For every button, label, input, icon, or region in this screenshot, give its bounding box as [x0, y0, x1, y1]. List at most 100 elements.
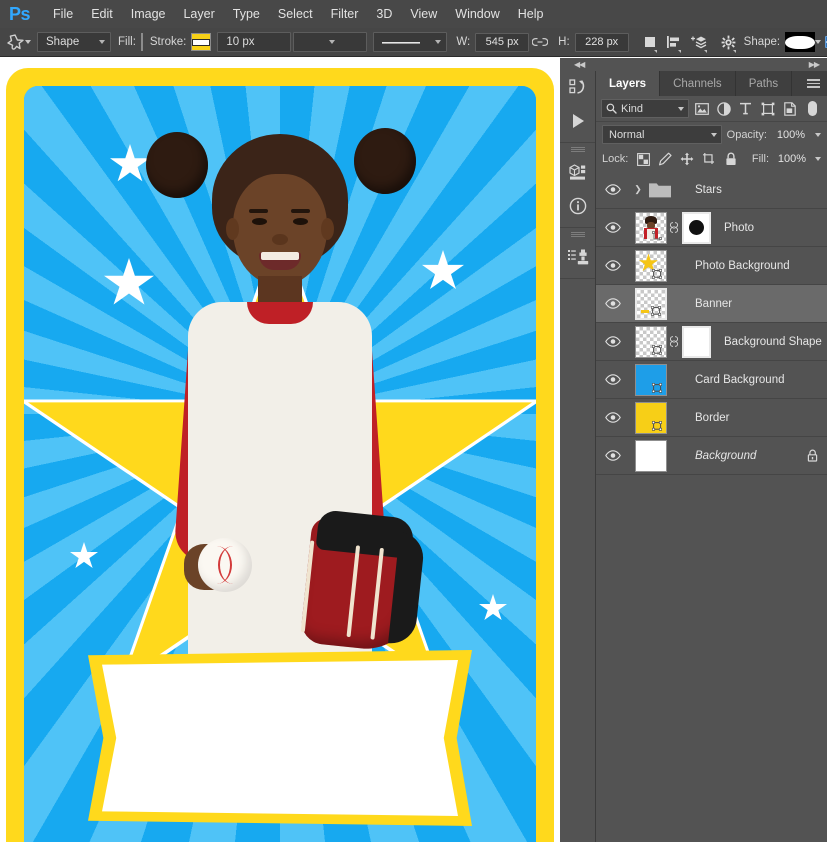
play-action-icon[interactable]	[560, 104, 596, 138]
layer-visibility-toggle[interactable]	[596, 298, 629, 309]
path-arrangement-icon[interactable]	[690, 31, 707, 53]
fill-chevron-down-icon[interactable]	[815, 157, 821, 161]
lock-artboard-nesting-icon[interactable]	[700, 150, 718, 168]
layer-name[interactable]: Background	[691, 450, 756, 462]
layer-visibility-toggle[interactable]	[596, 260, 629, 271]
lock-position-icon[interactable]	[678, 150, 696, 168]
menu-item-3d[interactable]: 3D	[367, 0, 401, 28]
layer-name[interactable]: Photo Background	[691, 260, 790, 272]
menu-item-file[interactable]: File	[44, 0, 82, 28]
table-row[interactable]: Photo	[596, 209, 827, 247]
canvas-area[interactable]	[0, 58, 560, 842]
3d-panel-icon[interactable]	[560, 155, 596, 189]
custom-shape-tool-icon[interactable]	[5, 30, 25, 54]
table-row[interactable]: Background Shape	[596, 323, 827, 361]
menu-item-select[interactable]: Select	[269, 0, 322, 28]
shape-filter-icon[interactable]	[759, 98, 778, 119]
layer-thumbnail[interactable]	[635, 212, 667, 244]
menu-item-window[interactable]: Window	[446, 0, 508, 28]
layer-name[interactable]: Stars	[691, 184, 722, 196]
collapse-right-icon[interactable]: ▶▶	[809, 62, 819, 68]
filter-toggle-icon[interactable]	[803, 98, 822, 119]
shape-picker-chevron-icon[interactable]	[815, 40, 821, 44]
collapse-left-icon[interactable]: ◀◀	[574, 62, 584, 68]
opacity-chevron-down-icon[interactable]	[815, 133, 821, 137]
layer-thumbnail[interactable]	[635, 326, 667, 358]
stroke-width-dropdown[interactable]	[293, 32, 367, 52]
fill-color-swatch[interactable]	[141, 33, 143, 51]
menu-item-type[interactable]: Type	[224, 0, 269, 28]
banner-shape-preview[interactable]	[785, 32, 815, 52]
layer-visibility-toggle[interactable]	[596, 336, 629, 347]
adjustment-filter-icon[interactable]	[714, 98, 733, 119]
layer-name[interactable]: Border	[691, 412, 730, 424]
stroke-width-select[interactable]: 10 px	[217, 32, 291, 52]
width-input[interactable]: 545 px	[475, 33, 529, 52]
layer-thumbnail[interactable]	[635, 440, 667, 472]
shape-mode-select[interactable]: Shape	[37, 32, 111, 52]
panel-menu-icon[interactable]	[807, 71, 820, 96]
fill-opacity-value[interactable]: 100%	[773, 153, 811, 165]
layer-thumbnail[interactable]	[635, 402, 667, 434]
dock-group-3d-info	[560, 147, 595, 228]
table-row[interactable]: Background	[596, 437, 827, 475]
layer-visibility-toggle[interactable]	[596, 222, 629, 233]
dock-grip[interactable]	[571, 147, 585, 152]
stroke-color-swatch[interactable]	[191, 33, 211, 51]
chevron-right-icon[interactable]: ❯	[631, 184, 645, 195]
lock-image-pixels-icon[interactable]	[656, 150, 674, 168]
dock-collapse-bar[interactable]: ◀◀ ▶▶	[560, 58, 827, 71]
layer-name[interactable]: Card Background	[691, 374, 785, 386]
menu-item-help[interactable]: Help	[509, 0, 553, 28]
history-icon[interactable]	[560, 70, 596, 104]
layer-mask-thumbnail[interactable]	[682, 326, 711, 358]
layer-visibility-toggle[interactable]	[596, 450, 629, 461]
link-icon[interactable]	[532, 31, 548, 53]
stroke-style-preview	[382, 41, 435, 44]
path-alignment-icon[interactable]	[666, 31, 681, 53]
menu-item-layer[interactable]: Layer	[174, 0, 223, 28]
path-operations-icon[interactable]	[643, 31, 657, 53]
height-input[interactable]: 228 px	[575, 33, 629, 52]
tab-layers[interactable]: Layers	[596, 71, 660, 96]
layer-name[interactable]: Banner	[691, 298, 732, 310]
mask-link-icon[interactable]	[670, 335, 679, 348]
layer-filter-kind-select[interactable]: Kind	[601, 99, 689, 118]
dock-grip[interactable]	[571, 232, 585, 237]
blend-mode-select[interactable]: Normal	[602, 125, 722, 144]
geometry-options-gear-icon[interactable]	[721, 31, 736, 53]
info-panel-icon[interactable]	[560, 189, 596, 223]
table-row[interactable]: Border	[596, 399, 827, 437]
table-row[interactable]: Photo Background	[596, 247, 827, 285]
clone-source-icon[interactable]	[560, 240, 596, 274]
lock-label: Lock:	[602, 153, 628, 165]
type-filter-icon[interactable]	[736, 98, 755, 119]
tool-preset-chevron-icon[interactable]	[25, 40, 31, 44]
layer-name[interactable]: Photo	[715, 222, 754, 234]
table-row[interactable]: Banner	[596, 285, 827, 323]
lock-all-icon[interactable]	[722, 150, 740, 168]
smart-object-filter-icon[interactable]	[781, 98, 800, 119]
layer-list[interactable]: ❯ Stars	[596, 171, 827, 842]
table-row[interactable]: Card Background	[596, 361, 827, 399]
layer-visibility-toggle[interactable]	[596, 412, 629, 423]
tab-channels[interactable]: Channels	[660, 71, 736, 96]
layer-visibility-toggle[interactable]	[596, 374, 629, 385]
layer-thumbnail[interactable]	[635, 288, 667, 320]
mask-link-icon[interactable]	[670, 221, 679, 234]
menu-item-edit[interactable]: Edit	[82, 0, 122, 28]
tab-paths[interactable]: Paths	[736, 71, 792, 96]
pixel-filter-icon[interactable]	[692, 98, 711, 119]
layer-mask-thumbnail[interactable]	[682, 212, 711, 244]
layer-name[interactable]: Background Shape	[715, 336, 822, 348]
layer-visibility-toggle[interactable]	[596, 184, 629, 195]
menu-item-image[interactable]: Image	[122, 0, 175, 28]
stroke-style-select[interactable]	[373, 32, 447, 52]
opacity-value[interactable]: 100%	[772, 129, 810, 141]
menu-item-filter[interactable]: Filter	[322, 0, 368, 28]
menu-item-view[interactable]: View	[401, 0, 446, 28]
lock-transparent-pixels-icon[interactable]	[634, 150, 652, 168]
table-row[interactable]: ❯ Stars	[596, 171, 827, 209]
layer-thumbnail[interactable]	[635, 364, 667, 396]
layer-thumbnail[interactable]	[635, 250, 667, 282]
